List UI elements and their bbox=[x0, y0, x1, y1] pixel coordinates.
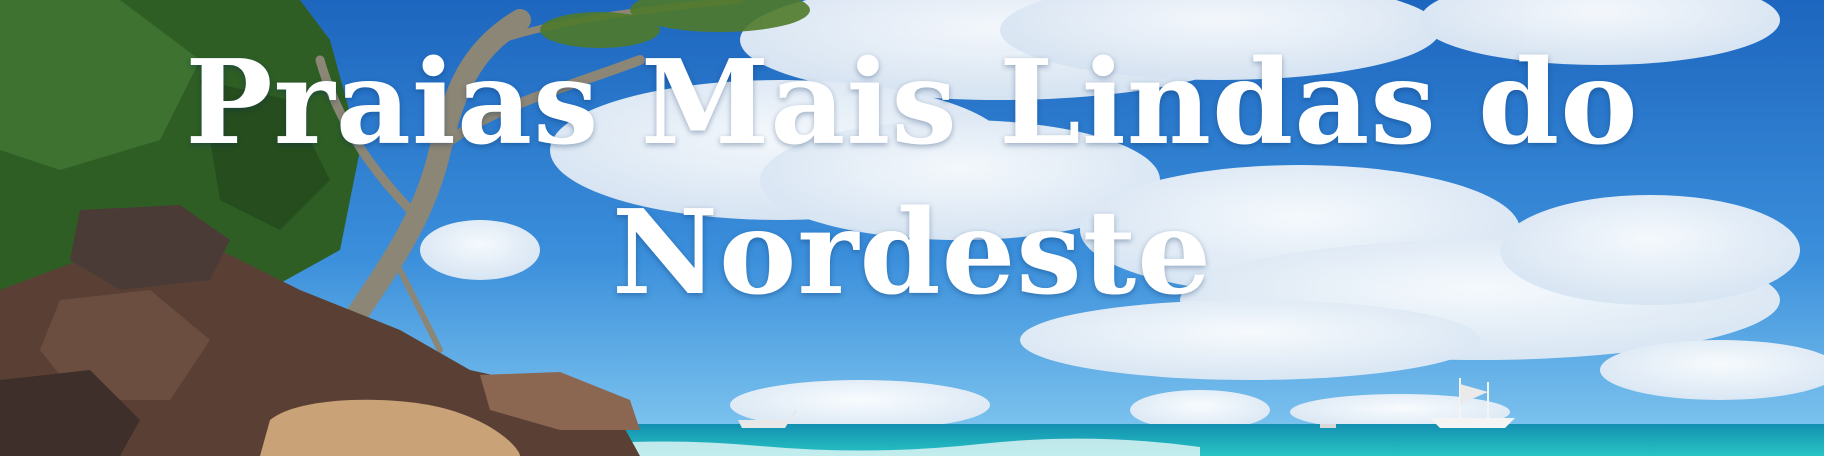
tiny-boat bbox=[1320, 424, 1336, 428]
banner-title: Praias Mais Lindas do Nordeste bbox=[0, 28, 1824, 328]
beach-banner: Praias Mais Lindas do Nordeste bbox=[0, 0, 1824, 456]
banner-title-line-2: Nordeste bbox=[611, 185, 1213, 321]
banner-title-line-1: Praias Mais Lindas do bbox=[185, 35, 1639, 171]
